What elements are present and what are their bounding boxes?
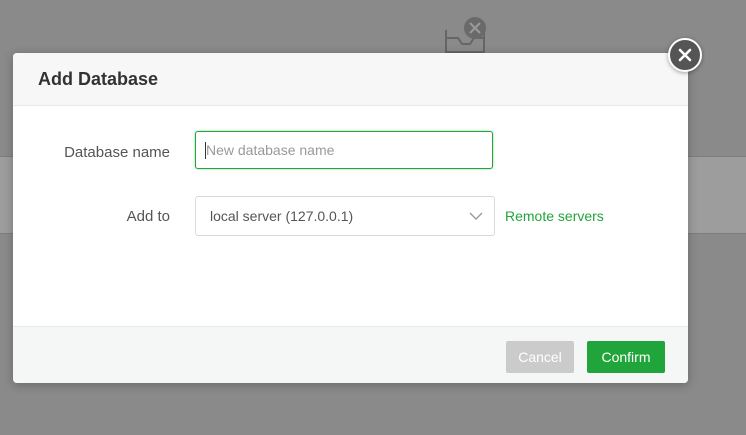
cancel-button[interactable]: Cancel [506, 341, 574, 373]
remote-servers-link[interactable]: Remote servers [505, 208, 604, 224]
database-name-label: Database name [64, 144, 170, 161]
confirm-button[interactable]: Confirm [587, 341, 665, 373]
text-caret [205, 142, 206, 159]
dialog-header: Add Database [13, 53, 688, 106]
dialog-footer: Cancel Confirm [13, 326, 688, 383]
add-database-dialog: Add Database Database name Add to local … [13, 53, 688, 383]
add-to-select[interactable]: local server (127.0.0.1) [195, 196, 495, 236]
chevron-down-icon [469, 212, 483, 220]
add-to-selected-value: local server (127.0.0.1) [210, 208, 354, 224]
database-name-input[interactable] [195, 131, 493, 169]
dialog-title: Add Database [38, 69, 159, 89]
add-to-label: Add to [126, 208, 170, 225]
database-error-icon [445, 17, 486, 53]
close-dialog-button[interactable] [668, 38, 702, 72]
close-icon [678, 48, 692, 62]
